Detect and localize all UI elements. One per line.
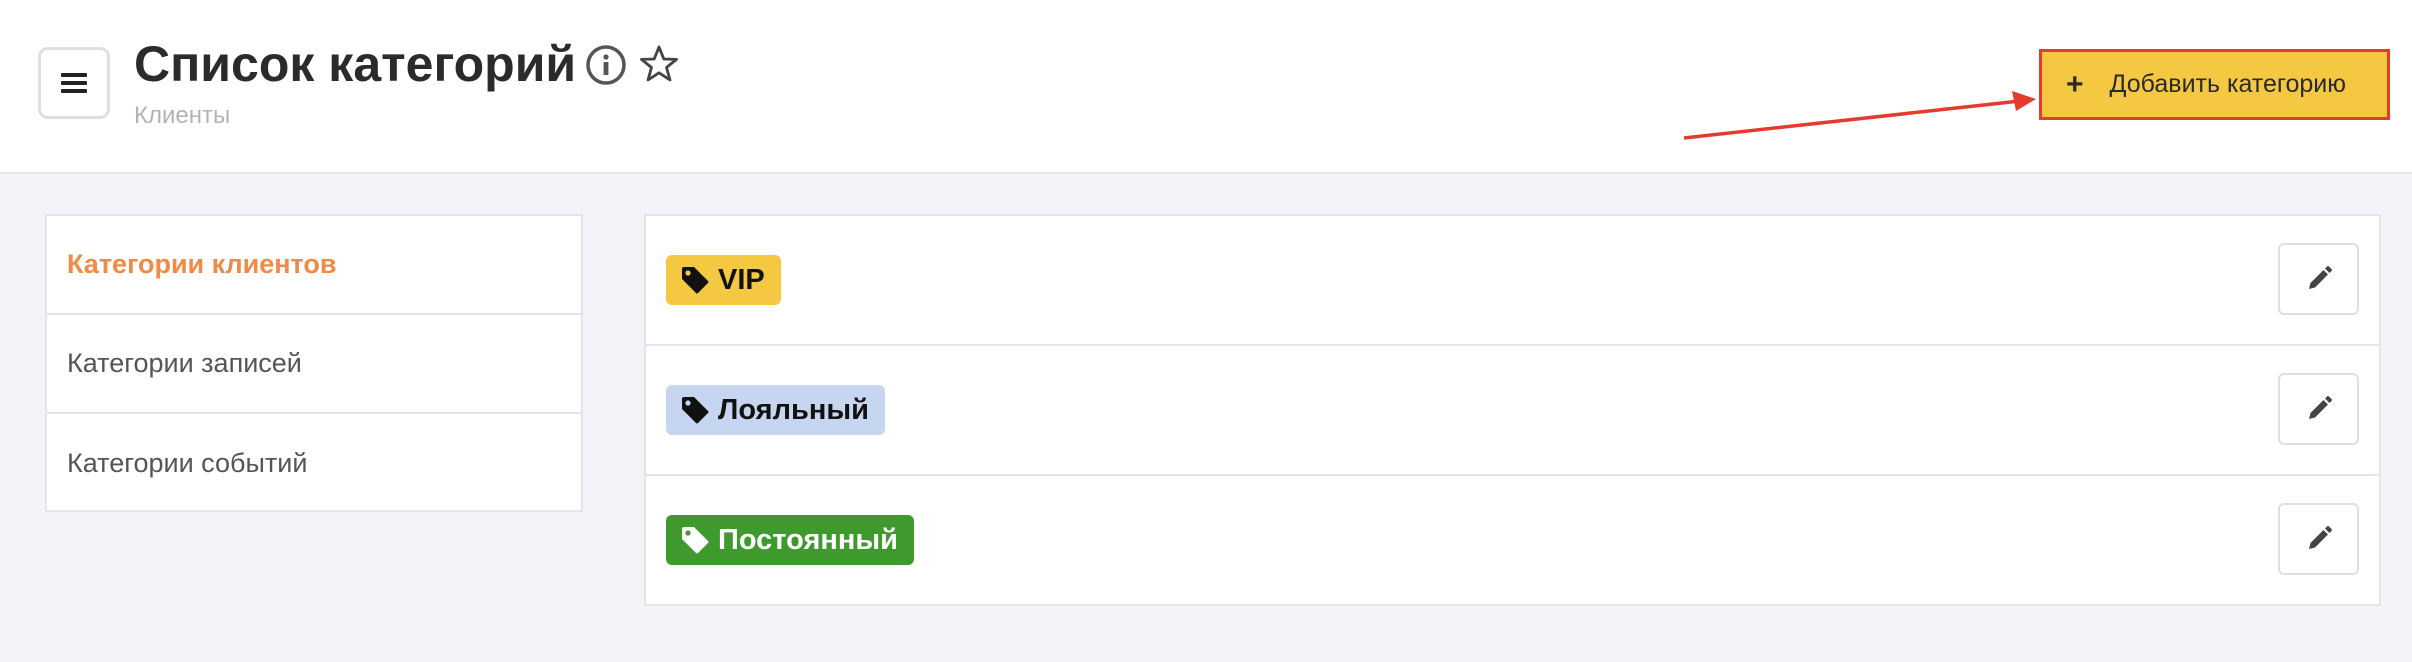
add-category-label: Добавить категорию (2109, 70, 2346, 98)
category-tag: Лояльный (666, 385, 885, 435)
category-type-menu: Категории клиентов Категории записей Кат… (45, 214, 583, 512)
tag-icon (682, 527, 709, 554)
list-item: VIP (646, 216, 2379, 346)
edit-button[interactable] (2278, 243, 2359, 315)
sidebar-item-appointment-categories[interactable]: Категории записей (47, 315, 581, 414)
category-name: VIP (718, 263, 765, 296)
tag-icon (682, 397, 709, 424)
menu-button[interactable] (38, 47, 110, 119)
edit-button[interactable] (2278, 373, 2359, 445)
annotation-arrow (1683, 91, 2036, 140)
list-item: Постоянный (646, 476, 2379, 606)
add-category-button[interactable]: + Добавить категорию (2039, 49, 2390, 120)
sidebar-item-client-categories[interactable]: Категории клиентов (47, 216, 581, 315)
pencil-icon (2308, 266, 2332, 289)
page-title: Список категорий (134, 36, 577, 92)
category-tag: VIP (666, 255, 781, 305)
star-icon[interactable] (639, 44, 679, 84)
category-list: VIP Лояльный Постоянный (644, 214, 2381, 606)
category-name: Постоянный (718, 523, 899, 556)
category-name: Лояльный (718, 393, 869, 426)
page-header: Список категорий Клиенты + Добавить кате… (0, 0, 2412, 174)
plus-icon: + (2066, 67, 2084, 101)
edit-button[interactable] (2278, 503, 2359, 575)
sidebar-item-event-categories[interactable]: Категории событий (47, 414, 581, 513)
category-tag: Постоянный (666, 515, 915, 565)
page-subtitle: Клиенты (134, 102, 231, 129)
hamburger-menu-icon (61, 73, 87, 93)
list-item: Лояльный (646, 346, 2379, 476)
pencil-icon (2308, 396, 2332, 419)
tag-icon (682, 267, 709, 294)
info-icon[interactable] (585, 44, 627, 86)
pencil-icon (2308, 526, 2332, 549)
